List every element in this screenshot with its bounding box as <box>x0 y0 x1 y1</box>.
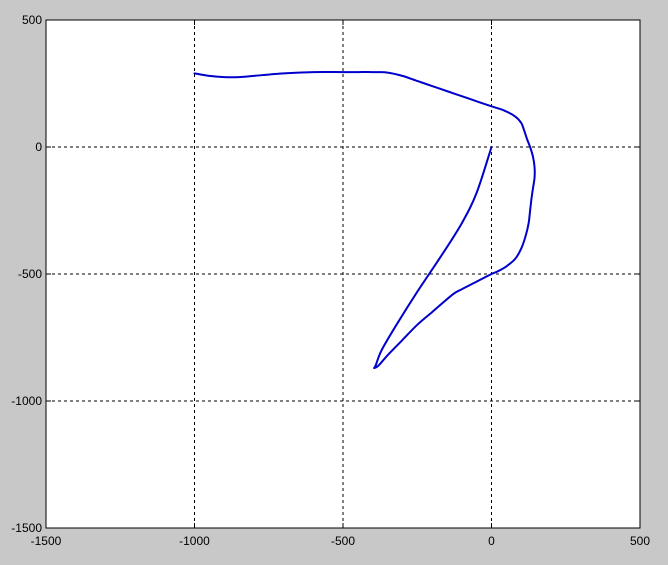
chart-figure: -1500 -1000 -500 0 500 -1500 -1000 -500 0 500 <box>0 0 668 565</box>
x-tick-label: -500 <box>331 534 355 548</box>
y-tick-label: 500 <box>22 13 42 27</box>
x-tick-label: 0 <box>488 534 495 548</box>
y-tick-label: -1500 <box>11 521 42 535</box>
y-tick-label: 0 <box>35 140 42 154</box>
x-tick-label: -1500 <box>31 534 62 548</box>
x-tick-label: -1000 <box>179 534 210 548</box>
y-tick-label: -500 <box>18 267 42 281</box>
y-tick-label: -1000 <box>11 394 42 408</box>
x-tick-label: 500 <box>630 534 650 548</box>
chart-svg: -1500 -1000 -500 0 500 -1500 -1000 -500 0 500 <box>11 13 650 548</box>
